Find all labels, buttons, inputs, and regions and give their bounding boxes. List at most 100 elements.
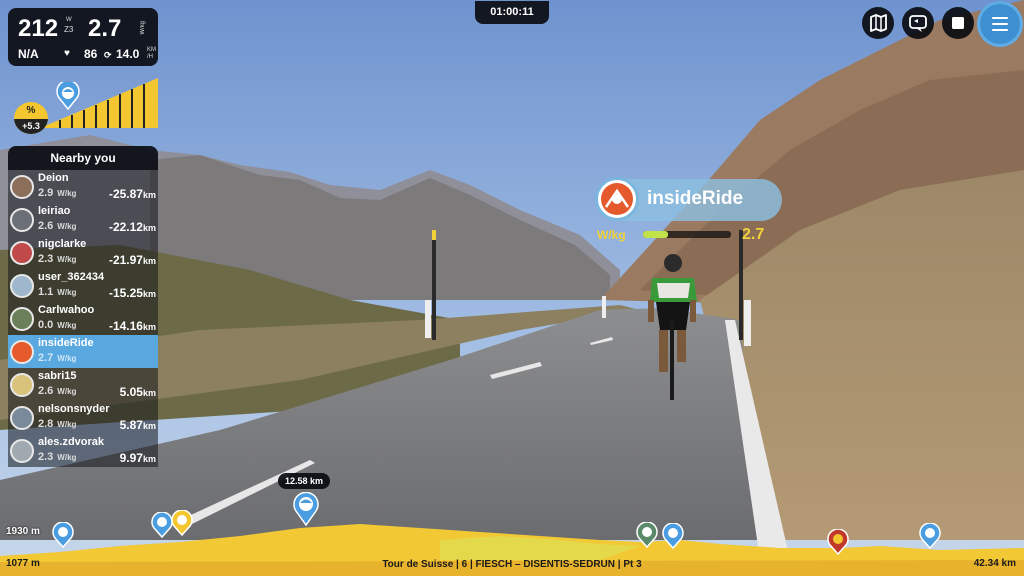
rider-name: leiriao [38, 205, 71, 217]
rider-marker-icon [151, 511, 173, 539]
rider-distance-group: -15.25km [109, 286, 156, 300]
speed-value: 14.0 [116, 47, 140, 61]
nearby-rider-row[interactable]: leiriao 2.6 W/kg -22.12km [8, 203, 158, 236]
rider-distance: -21.97 [108, 253, 143, 267]
rider-distance-group: 9.97km [120, 451, 156, 465]
rider-wkg-unit: W/kg [57, 222, 77, 231]
rider-wkg: 2.3 [38, 253, 54, 265]
rider-wkg-group: 2.6 W/kg [38, 220, 76, 232]
nearby-rider-row[interactable]: nelsonsnyder 2.8 W/kg 5.87km [8, 401, 158, 434]
map-button[interactable] [862, 7, 894, 39]
camera-view-button[interactable] [902, 7, 934, 39]
rider-marker-icon [171, 509, 193, 537]
rider-avatar [10, 241, 34, 265]
rider-avatar [10, 175, 34, 199]
rider-wkg-unit: W/kg [57, 189, 77, 198]
rider-wkg: 2.6 [38, 220, 54, 232]
rider-name: insideRide [38, 337, 94, 349]
rider-marker-icon [919, 522, 941, 550]
grade-badge: % +5.3 [14, 102, 48, 134]
rider-wkg: 2.6 [38, 385, 54, 397]
grade-label: % [26, 105, 36, 116]
rider-name: ales.zdvorak [38, 436, 105, 448]
stop-icon [952, 17, 964, 29]
rider-distance-unit: km [142, 454, 156, 464]
nearby-rider-row[interactable]: sabri15 2.6 W/kg 5.05km [8, 368, 158, 401]
rider-wkg-unit: W/kg [57, 321, 77, 330]
total-distance: 42.34 km [973, 558, 1016, 569]
cadence-value: 86 [84, 47, 98, 61]
elevation-max: 1930 m [6, 526, 40, 537]
rider-distance-unit: km [142, 388, 156, 398]
rider-distance-unit: km [142, 322, 156, 332]
rider-wkg-group: 1.1 W/kg [38, 286, 76, 298]
wkg-unit: W/kg [140, 21, 146, 35]
view-switch-icon [909, 15, 927, 32]
nearby-rider-row[interactable]: ales.zdvorak 2.3 W/kg 9.97km [8, 434, 158, 467]
rider-distance: -25.87 [108, 187, 143, 201]
rider-avatar [10, 274, 34, 298]
rider-list: Deion 2.9 W/kg -25.87km leiriao 2.6 W/kg -22.12… [8, 170, 158, 467]
rider-name: sabri15 [38, 370, 77, 382]
route-name: Tour de Suisse | 6 | FIESCH – DISENTIS-S… [382, 559, 642, 570]
rider-wkg: 2.8 [38, 418, 54, 430]
nearby-riders-panel: Nearby you Deion 2.9 W/kg -25.87km leiriao 2.… [8, 146, 158, 480]
self-position-marker [293, 491, 319, 527]
rider-distance: -22.12 [108, 220, 143, 234]
stop-button[interactable] [942, 7, 974, 39]
nearby-rider-row[interactable]: Deion 2.9 W/kg -25.87km [8, 170, 158, 203]
nearby-rider-row[interactable]: Carlwahoo 0.0 W/kg -14.16km [8, 302, 158, 335]
rider-wkg: 2.7 [38, 352, 54, 364]
rider-wkg: 1.1 [38, 286, 54, 298]
menu-button[interactable] [977, 1, 1023, 47]
grade-value: +5.3 [14, 119, 48, 134]
rider-distance: 5.05 [119, 385, 143, 399]
ride-timer: 01:00:11 [475, 1, 549, 24]
rider-tag-wkg-value: 2.7 [742, 226, 765, 243]
rider-tag-name: insideRide [647, 188, 744, 209]
rider-position-pin [56, 79, 80, 111]
rider-distance-unit: km [142, 421, 156, 431]
rider-wkg-group: 2.7 W/kg [38, 352, 76, 364]
speed-unit-top: KM [147, 47, 156, 53]
rider-name: Deion [38, 172, 69, 184]
rider-distance-unit: km [142, 223, 156, 233]
rider-wkg-group: 2.3 W/kg [38, 451, 76, 463]
nearby-title: Nearby you [8, 146, 158, 170]
rider-wkg: 2.3 [38, 451, 54, 463]
rider-avatar [10, 439, 34, 463]
rider-name: user_362434 [38, 271, 105, 283]
rider-name: nigclarke [38, 238, 87, 250]
nearby-rider-row[interactable]: nigclarke 2.3 W/kg -21.97km [8, 236, 158, 269]
rider-avatar [10, 208, 34, 232]
rider-avatar [10, 373, 34, 397]
power-zone: Z3 [64, 25, 74, 34]
rider-wkg-group: 2.6 W/kg [38, 385, 76, 397]
nearby-rider-row[interactable]: insideRide 2.7 W/kg [8, 335, 158, 368]
rider-wkg-unit: W/kg [57, 354, 77, 363]
rider-distance-unit: km [142, 289, 156, 299]
rider-distance-group: 5.05km [120, 385, 156, 399]
current-distance-callout: 12.58 km [278, 473, 330, 489]
rider-wkg-group: 2.9 W/kg [38, 187, 76, 199]
rider-marker-icon [52, 521, 74, 549]
nearby-rider-row[interactable]: user_362434 1.1 W/kg -15.25km [8, 269, 158, 302]
rider-distance-group: -22.12km [109, 220, 156, 234]
rider-marker-icon [636, 521, 658, 549]
rider-marker-icon [827, 528, 849, 556]
power-value: 212 [18, 15, 59, 42]
rider-distance-unit: km [142, 256, 156, 266]
rider-tag-wkg-bar [643, 231, 731, 238]
rider-distance-group: -21.97km [109, 253, 156, 267]
rider-distance-group: -14.16km [109, 319, 156, 333]
ride-stats-panel: 212 W Z3 2.7 W/kg N/A ♥ 86 ⟳ 14.0 KM /H [8, 8, 158, 66]
hamburger-icon [992, 17, 1008, 31]
rider-avatar [10, 340, 34, 364]
rider-name-tag: insideRide [595, 177, 782, 221]
rider-distance: -14.16 [108, 319, 143, 333]
cadence-icon: ⟳ [104, 50, 112, 60]
rider-name: nelsonsnyder [38, 403, 110, 415]
heart-rate-value: N/A [18, 47, 39, 61]
rider-wkg: 0.0 [38, 319, 54, 331]
rider-distance-group: -25.87km [109, 187, 156, 201]
